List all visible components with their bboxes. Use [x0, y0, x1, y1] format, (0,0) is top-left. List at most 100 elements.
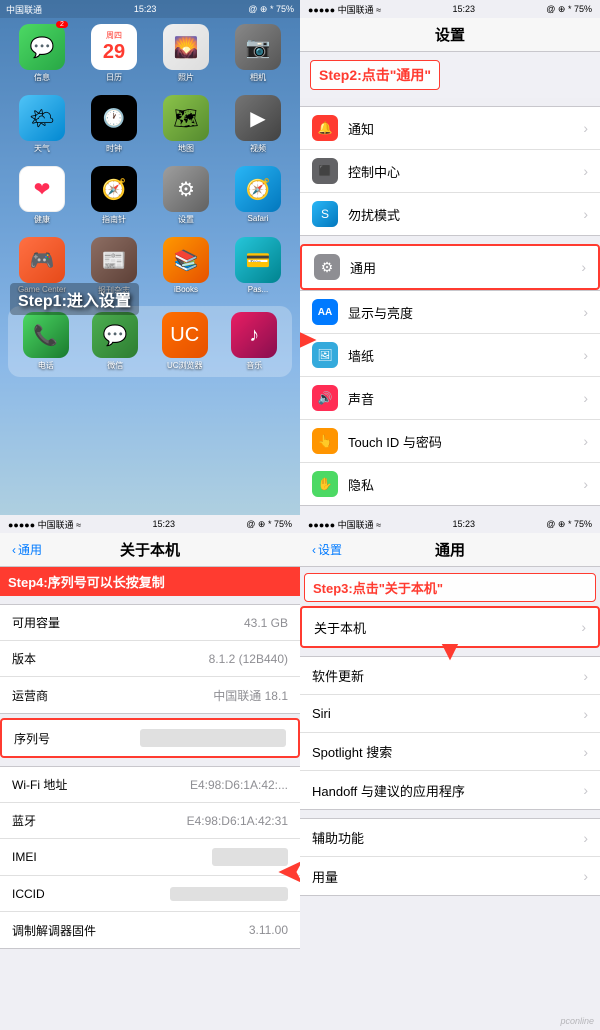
app-newsstand[interactable]: 📰 报刊杂志	[82, 237, 146, 296]
general-list: 软件更新 › Siri › Spotlight 搜索 › Handoff 与建议…	[300, 656, 600, 810]
gen-item-usage[interactable]: 用量 ›	[300, 857, 600, 895]
about-item-wifi: Wi-Fi 地址 E4:98:D6:1A:42:...	[0, 767, 300, 803]
carrier-q3: ●●●●● 中国联通 ≈	[8, 518, 81, 531]
settings-label-sound: 声音	[348, 389, 583, 408]
dock-music[interactable]: ♪ 音乐	[223, 312, 287, 371]
step4-label: Step4:序列号可以长按复制	[0, 567, 300, 596]
settings-item-notification[interactable]: 🔔 通知 ›	[300, 107, 600, 150]
about-label-carrier: 运营商	[12, 687, 48, 704]
general-list-2: 辅助功能 › 用量 ›	[300, 818, 600, 896]
app-label-newsstand: 报刊杂志	[98, 285, 130, 296]
app-label-safari: Safari	[248, 214, 269, 223]
app-maps[interactable]: 🗺 地图	[154, 95, 218, 154]
gen-item-accessibility[interactable]: 辅助功能 ›	[300, 819, 600, 857]
about-value-imei: ███████	[212, 848, 288, 866]
app-clock[interactable]: 🕐 时钟	[82, 95, 146, 154]
settings-item-control[interactable]: ⬛ 控制中心 ›	[300, 150, 600, 193]
settings-label-wallpaper: 墙纸	[348, 346, 583, 365]
app-label-gamecenter: Game Center	[18, 285, 66, 294]
back-button-q3[interactable]: ‹ 通用	[12, 541, 42, 558]
settings-item-general[interactable]: ⚙ 通用 ›	[302, 246, 598, 288]
app-safari[interactable]: 🧭 Safari	[226, 166, 290, 225]
about-item-carrier: 运营商 中国联通 18.1	[0, 677, 300, 713]
app-icon-camera: 📷	[235, 24, 281, 70]
app-grid-row2: 🌤 天气 🕐 时钟 🗺 地图 ▶ 视频	[0, 89, 300, 160]
app-label-health: 健康	[34, 214, 50, 225]
app-camera[interactable]: 📷 相机	[226, 24, 290, 83]
gen-label-about: 关于本机	[314, 618, 366, 637]
settings-label-general: 通用	[350, 258, 581, 277]
battery-q1: @ ⊕ * 75%	[248, 4, 294, 15]
carrier-q1: 中国联通	[6, 3, 42, 16]
settings-item-touchid[interactable]: 👆 Touch ID 与密码 ›	[300, 420, 600, 463]
gen-arrow-update: ›	[583, 668, 588, 684]
gen-item-handoff[interactable]: Handoff 与建议的应用程序 ›	[300, 771, 600, 809]
about-value-serial: ████████████	[140, 729, 286, 747]
app-ibooks[interactable]: 📚 iBooks	[154, 237, 218, 296]
settings-label-privacy: 隐私	[348, 475, 583, 494]
back-button-q4[interactable]: ‹ 设置	[312, 541, 342, 558]
settings-item-privacy[interactable]: ✋ 隐私 ›	[300, 463, 600, 505]
about-value-bluetooth: E4:98:D6:1A:42:31	[187, 814, 288, 828]
about-value-iccid: ████████████████	[170, 887, 288, 901]
app-calendar[interactable]: 周四 29 日历	[82, 24, 146, 83]
app-compass[interactable]: 🧭 指南针	[82, 166, 146, 225]
app-video[interactable]: ▶ 视频	[226, 95, 290, 154]
icon-privacy: ✋	[312, 471, 338, 497]
icons-q4: @ ⊕ * 75%	[546, 519, 592, 530]
app-icon-settings-home: ⚙	[163, 166, 209, 212]
status-bar-q2: ●●●●● 中国联通 ≈ 15:23 @ ⊕ * 75%	[300, 0, 600, 18]
icon-siri: S	[312, 201, 338, 227]
arrow-sound: ›	[583, 390, 588, 406]
app-label-weather: 天气	[34, 143, 50, 154]
carrier-q4: ●●●●● 中国联通 ≈	[308, 518, 381, 531]
gen-label-siri: Siri	[312, 706, 331, 721]
app-photos[interactable]: 🌄 照片	[154, 24, 218, 83]
about-value-version: 8.1.2 (12B440)	[209, 652, 288, 666]
gen-arrow-handoff: ›	[583, 782, 588, 798]
app-icon-newsstand: 📰	[91, 237, 137, 283]
gen-item-spotlight[interactable]: Spotlight 搜索 ›	[300, 733, 600, 771]
dock-icon-uc: UC	[162, 312, 208, 358]
app-label-calendar: 日历	[106, 72, 122, 83]
settings-item-wallpaper[interactable]: 🖼 墙纸 ›	[300, 334, 600, 377]
icon-control-center: ⬛	[312, 158, 338, 184]
dock-label-uc: UC浏览器	[167, 360, 203, 371]
about-item-modem: 调制解调器固件 3.11.00	[0, 912, 300, 948]
settings-label-control: 控制中心	[348, 162, 583, 181]
about-value-wifi: E4:98:D6:1A:42:...	[190, 778, 288, 792]
red-arrow-down: ▼	[436, 635, 464, 667]
dock-uc[interactable]: UC UC浏览器	[153, 312, 217, 371]
icons-q3: @ ⊕ * 75%	[246, 519, 292, 530]
app-gamecenter[interactable]: 🎮 Game Center	[10, 237, 74, 296]
settings-label-touchid: Touch ID 与密码	[348, 432, 583, 451]
dock-wechat[interactable]: 💬 微信	[84, 312, 148, 371]
step2-container: Step2:点击"通用"	[300, 52, 600, 98]
about-label-serial: 序列号	[14, 730, 50, 747]
app-settings-home[interactable]: ⚙ 设置	[154, 166, 218, 225]
settings-item-sound[interactable]: 🔊 声音 ›	[300, 377, 600, 420]
app-messages[interactable]: 💬 2 信息	[10, 24, 74, 83]
app-passbook[interactable]: 💳 Pas...	[226, 237, 290, 296]
about-phone-screen: ●●●●● 中国联通 ≈ 15:23 @ ⊕ * 75% ‹ 通用 关于本机 S…	[0, 515, 300, 1030]
general-settings-screen: ●●●●● 中国联通 ≈ 15:23 @ ⊕ * 75% ‹ 设置 通用 Ste…	[300, 515, 600, 1030]
app-health[interactable]: ❤ 健康	[10, 166, 74, 225]
app-weather[interactable]: 🌤 天气	[10, 95, 74, 154]
status-bar-q1: 中国联通 15:23 @ ⊕ * 75%	[0, 0, 300, 18]
about-label-version: 版本	[12, 650, 36, 667]
gen-item-siri[interactable]: Siri ›	[300, 695, 600, 733]
app-icon-clock: 🕐	[91, 95, 137, 141]
status-bar-q4: ●●●●● 中国联通 ≈ 15:23 @ ⊕ * 75%	[300, 515, 600, 533]
arrow-notification: ›	[583, 120, 588, 136]
back-chevron-q4: ‹	[312, 543, 316, 557]
arrow-display: ›	[583, 304, 588, 320]
settings-item-general-wrapper: ⚙ 通用 ›	[300, 244, 600, 290]
settings-item-siri2[interactable]: S 勿扰模式 ›	[300, 193, 600, 235]
about-item-serial[interactable]: 序列号 ████████████	[2, 720, 298, 756]
app-icon-ibooks: 📚	[163, 237, 209, 283]
dock-phone[interactable]: 📞 电话	[14, 312, 78, 371]
settings-item-display[interactable]: AA 显示与亮度 ›	[300, 291, 600, 334]
gen-label-spotlight: Spotlight 搜索	[312, 742, 392, 761]
general-nav: ‹ 设置 通用	[300, 533, 600, 567]
about-list-2: Wi-Fi 地址 E4:98:D6:1A:42:... 蓝牙 E4:98:D6:…	[0, 766, 300, 949]
